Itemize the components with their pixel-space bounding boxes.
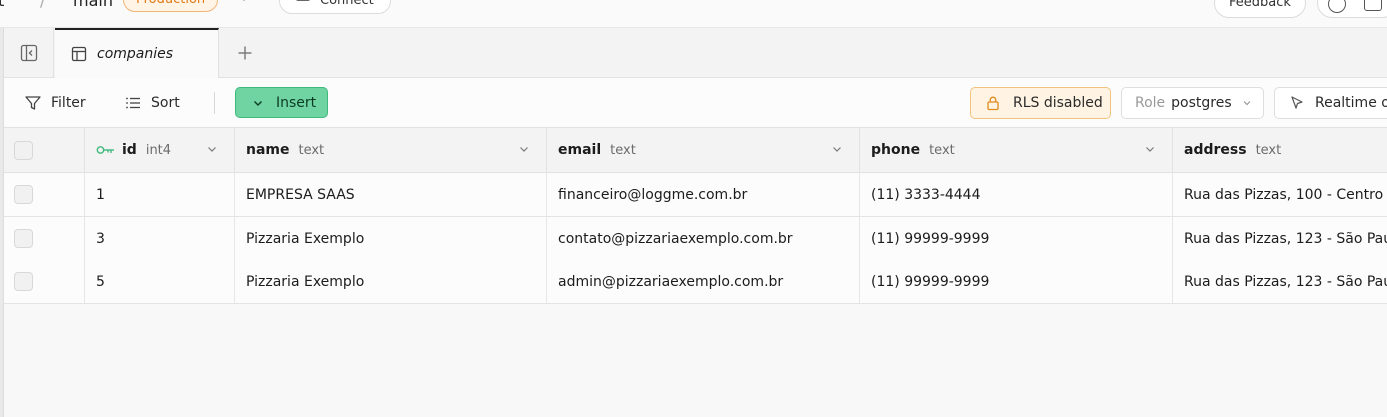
cell-address[interactable]: Rua das Pizzas, 123 - São Pau bbox=[1173, 260, 1387, 303]
connect-label: Connect bbox=[320, 0, 374, 8]
role-value: postgres bbox=[1171, 95, 1232, 111]
chevron-down-icon bbox=[1243, 101, 1251, 106]
cell-id[interactable]: 5 bbox=[85, 260, 235, 303]
cell-name[interactable]: Pizzaria Exemplo bbox=[235, 260, 547, 303]
cell-email[interactable]: admin@pizzariaexemplo.com.br bbox=[547, 260, 860, 303]
column-name: address bbox=[1184, 142, 1247, 158]
help-icon bbox=[1328, 0, 1346, 13]
cursor-icon bbox=[1291, 96, 1303, 109]
column-header-id[interactable]: id int4 bbox=[85, 128, 235, 172]
column-type: text bbox=[610, 142, 636, 158]
column-type: text bbox=[298, 142, 325, 158]
tab-bar: companies bbox=[4, 28, 1387, 78]
plus-icon bbox=[238, 46, 252, 60]
chevron-updown-icon[interactable] bbox=[238, 0, 250, 7]
cell-id[interactable]: 1 bbox=[85, 173, 235, 216]
role-label: Role bbox=[1135, 95, 1166, 111]
cell-phone[interactable]: (11) 99999-9999 bbox=[860, 217, 1173, 260]
select-all-checkbox[interactable] bbox=[14, 140, 33, 160]
column-header-name[interactable]: name text bbox=[235, 128, 547, 172]
row-checkbox[interactable] bbox=[14, 185, 33, 204]
column-type: int4 bbox=[145, 142, 172, 158]
table-editor-page: t / main Production Connect Feedback bbox=[0, 0, 1387, 417]
table-row[interactable]: 5 Pizzaria Exemplo admin@pizzariaexemplo… bbox=[4, 260, 1387, 304]
chevron-down-icon[interactable] bbox=[1144, 143, 1156, 155]
rls-disabled-button[interactable]: RLS disabled bbox=[970, 87, 1111, 119]
filter-label: Filter bbox=[51, 95, 86, 111]
column-header-email[interactable]: email text bbox=[547, 128, 860, 172]
insert-label: Insert bbox=[276, 94, 317, 111]
column-name: email bbox=[558, 142, 602, 158]
data-grid: id int4 name text email text phone text … bbox=[4, 128, 1387, 417]
cell-phone[interactable]: (11) 99999-9999 bbox=[860, 260, 1173, 303]
table-row[interactable]: 3 Pizzaria Exemplo contato@pizzariaexemp… bbox=[4, 217, 1387, 261]
top-bar: t / main Production Connect Feedback bbox=[0, 0, 1387, 28]
table-row[interactable]: 1 EMPRESA SAAS financeiro@loggme.com.br … bbox=[4, 173, 1387, 217]
cell-email[interactable]: financeiro@loggme.com.br bbox=[547, 173, 860, 216]
realtime-toggle-button[interactable]: Realtime o bbox=[1274, 87, 1387, 119]
panel-left-collapse-icon bbox=[20, 44, 37, 61]
sort-button[interactable]: Sort bbox=[124, 90, 180, 116]
cell-address[interactable]: Rua das Pizzas, 123 - São Pau bbox=[1173, 217, 1387, 260]
grid-header-row: id int4 name text email text phone text … bbox=[4, 128, 1387, 173]
row-select-cell bbox=[4, 260, 85, 303]
sidebar-toggle-button[interactable] bbox=[4, 28, 54, 77]
column-type: text bbox=[1255, 142, 1282, 158]
column-name: name bbox=[246, 142, 290, 158]
cell-address[interactable]: Rua das Pizzas, 100 - Centro bbox=[1173, 173, 1387, 216]
add-tab-button[interactable] bbox=[232, 40, 258, 66]
breadcrumb-separator: / bbox=[40, 0, 46, 10]
filter-icon bbox=[25, 96, 41, 110]
realtime-label: Realtime o bbox=[1315, 95, 1387, 111]
column-name: id bbox=[122, 142, 137, 158]
rls-label: RLS disabled bbox=[1013, 95, 1103, 111]
tab-label: companies bbox=[97, 46, 174, 62]
environment-badge: Production bbox=[123, 0, 219, 12]
row-select-cell bbox=[4, 217, 85, 260]
row-checkbox[interactable] bbox=[14, 272, 33, 291]
key-icon bbox=[96, 146, 114, 154]
feedback-button[interactable]: Feedback bbox=[1214, 0, 1306, 18]
inbox-icon bbox=[1364, 0, 1382, 11]
column-type: text bbox=[929, 142, 955, 158]
chevron-down-icon[interactable] bbox=[518, 143, 530, 155]
select-all-cell bbox=[4, 128, 85, 172]
table-icon bbox=[71, 46, 87, 62]
row-select-cell bbox=[4, 173, 85, 216]
help-button[interactable] bbox=[1317, 0, 1387, 18]
connect-button[interactable]: Connect bbox=[279, 0, 391, 14]
branch-name[interactable]: main bbox=[73, 0, 113, 10]
chevron-down-icon bbox=[254, 100, 262, 106]
column-header-address[interactable]: address text bbox=[1173, 128, 1387, 172]
list-sort-icon bbox=[126, 97, 140, 109]
insert-button[interactable]: Insert bbox=[235, 87, 328, 118]
breadcrumb-fragment[interactable]: t bbox=[0, 0, 4, 10]
row-checkbox[interactable] bbox=[14, 229, 33, 248]
plug-icon bbox=[296, 0, 310, 1]
cell-email[interactable]: contato@pizzariaexemplo.com.br bbox=[547, 217, 860, 260]
table-toolbar: Filter Sort Insert RLS disabled Role pos… bbox=[4, 78, 1387, 128]
cell-name[interactable]: EMPRESA SAAS bbox=[235, 173, 547, 216]
column-name: phone bbox=[871, 142, 921, 158]
role-select[interactable]: Role postgres bbox=[1121, 87, 1264, 119]
lock-icon bbox=[987, 96, 999, 111]
column-header-phone[interactable]: phone text bbox=[860, 128, 1173, 172]
toolbar-divider bbox=[214, 92, 215, 114]
filter-button[interactable]: Filter bbox=[24, 90, 86, 116]
cell-id[interactable]: 3 bbox=[85, 217, 235, 260]
cell-phone[interactable]: (11) 3333-4444 bbox=[860, 173, 1173, 216]
chevron-down-icon[interactable] bbox=[831, 143, 843, 155]
sort-label: Sort bbox=[151, 95, 180, 111]
tab-companies[interactable]: companies bbox=[55, 28, 219, 78]
cell-name[interactable]: Pizzaria Exemplo bbox=[235, 217, 547, 260]
chevron-down-icon[interactable] bbox=[206, 143, 218, 155]
